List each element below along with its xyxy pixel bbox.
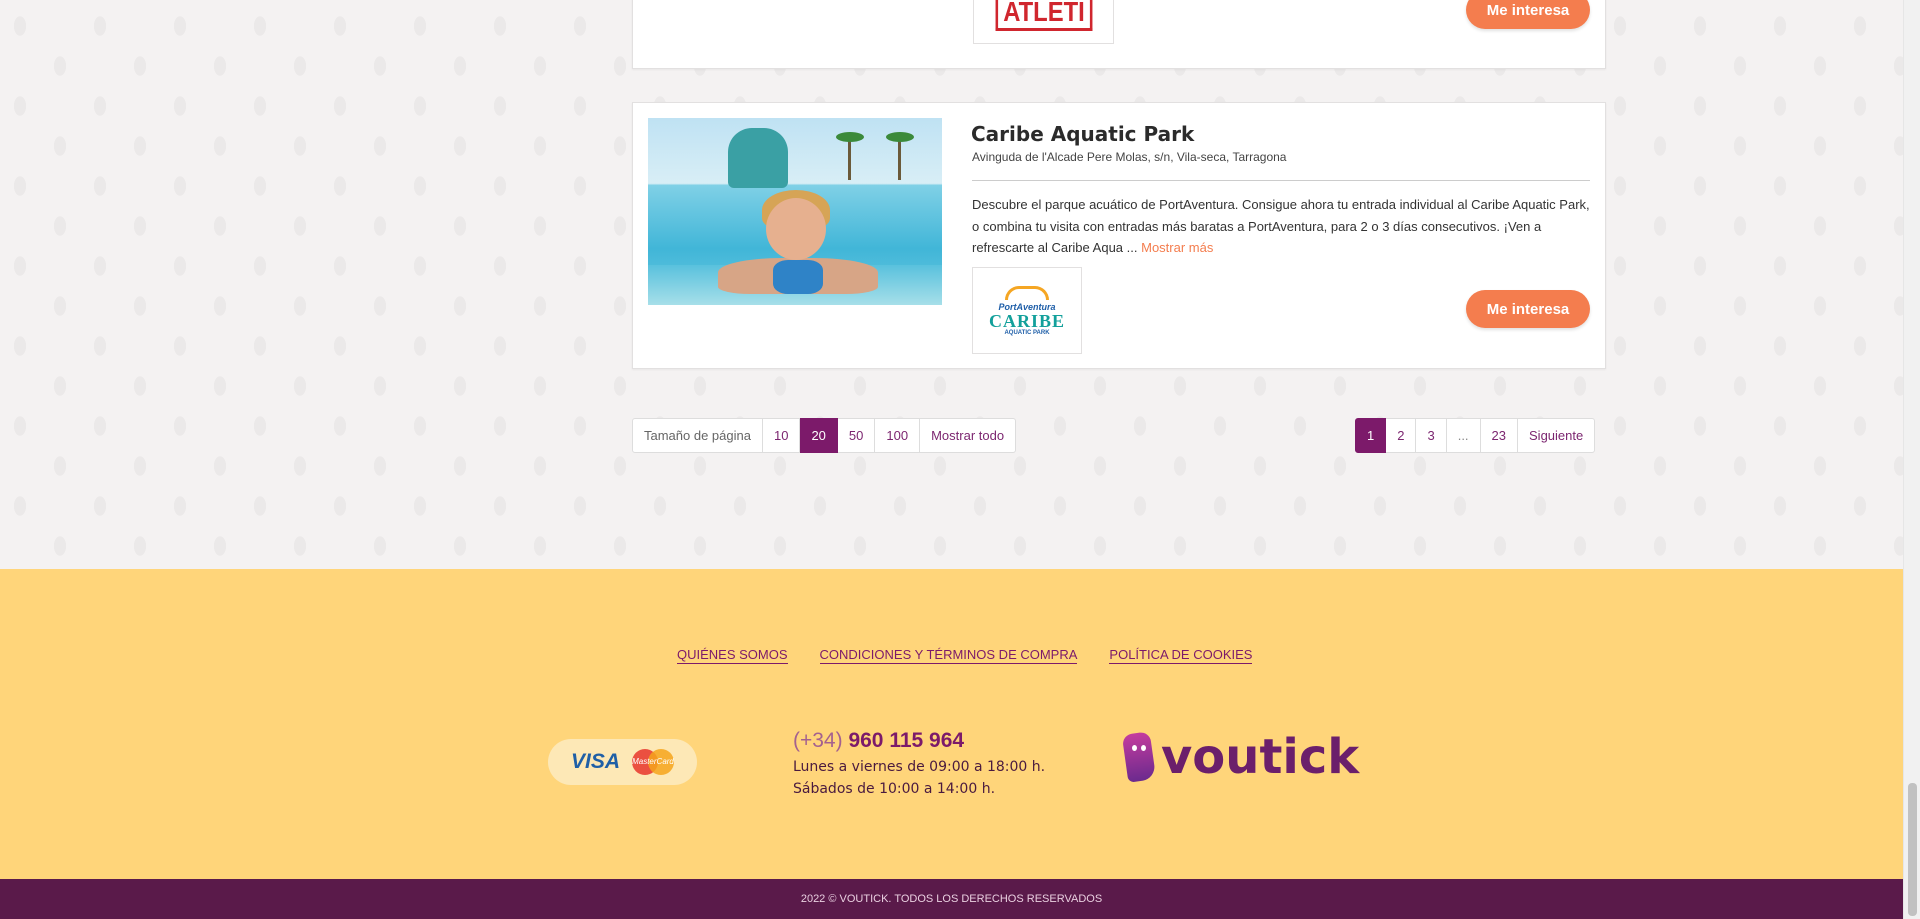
brand-name: voutick	[1161, 729, 1360, 785]
slide-figure	[728, 128, 788, 188]
hours-saturday: Sábados de 10:00 a 14:00 h.	[793, 781, 996, 797]
page-size-label: Tamaño de página	[632, 418, 763, 453]
show-more-link[interactable]: Mostrar más	[1141, 240, 1213, 255]
mascot-eye	[1141, 745, 1146, 751]
footer-link-cookies[interactable]: POLÍTICA DE COOKIES	[1109, 647, 1253, 664]
child-face	[766, 198, 826, 260]
phone-number: 960 115 964	[848, 729, 965, 752]
page-3[interactable]: 3	[1416, 418, 1447, 453]
palm-tree	[848, 136, 851, 180]
atleti-logo-text: ATLETI	[995, 0, 1092, 31]
footer-link-terms[interactable]: CONDICIONES Y TÉRMINOS DE COMPRA	[819, 647, 1078, 664]
page-size-selector: Tamaño de página 10 20 50 100 Mostrar to…	[632, 418, 1017, 453]
description-text: Descubre el parque acuático de PortAvent…	[972, 197, 1590, 255]
page-scrollbar[interactable]	[1903, 0, 1920, 919]
copyright-bar: 2022 © VOUTICK. TODOS LOS DERECHOS RESER…	[0, 879, 1903, 919]
footer-link-about[interactable]: QUIÉNES SOMOS	[677, 647, 788, 664]
palm-frond	[886, 132, 914, 142]
caribe-logo-sub: AQUATIC PARK	[1004, 329, 1050, 336]
listing-photo[interactable]	[648, 118, 942, 305]
me-interesa-button[interactable]: Me interesa	[1466, 0, 1590, 29]
caribe-logo[interactable]: PortAventura CARIBE AQUATIC PARK	[972, 267, 1082, 354]
page-2[interactable]: 2	[1386, 418, 1417, 453]
footer-links: QUIÉNES SOMOS CONDICIONES Y TÉRMINOS DE …	[677, 647, 1253, 664]
phone-prefix: (+34)	[793, 729, 843, 752]
page-23[interactable]: 23	[1480, 418, 1519, 453]
swimsuit	[773, 260, 823, 294]
page-size-all[interactable]: Mostrar todo	[920, 418, 1017, 453]
page-ellipsis: ...	[1446, 418, 1481, 453]
page-size-10[interactable]: 10	[762, 418, 801, 453]
listing-description: Descubre el parque acuático de PortAvent…	[972, 194, 1592, 259]
listing-card-caribe: Caribe Aquatic Park Avinguda de l'Alcade…	[632, 102, 1606, 369]
next-page-button[interactable]: Siguiente	[1518, 418, 1596, 453]
sun-icon	[1005, 285, 1049, 300]
voutick-logo[interactable]: voutick	[1121, 727, 1360, 787]
listing-card-atleti: ATLETI Me interesa	[632, 0, 1606, 69]
scrollbar-thumb[interactable]	[1908, 783, 1917, 916]
listing-title[interactable]: Caribe Aquatic Park	[971, 122, 1194, 146]
palm-tree	[898, 136, 901, 180]
atleti-logo[interactable]: ATLETI	[973, 0, 1114, 44]
mascot-icon	[1121, 727, 1157, 787]
page-1[interactable]: 1	[1355, 418, 1387, 453]
copyright-text: 2022 © VOUTICK. TODOS LOS DERECHOS RESER…	[800, 893, 1103, 905]
footer: QUIÉNES SOMOS CONDICIONES Y TÉRMINOS DE …	[0, 569, 1903, 879]
caribe-logo-brand: PortAventura	[998, 301, 1056, 312]
visa-icon: VISA	[570, 750, 620, 773]
mastercard-icon: MasterCard	[632, 749, 674, 775]
mastercard-text: MasterCard	[632, 757, 674, 766]
caribe-logo-word: CARIBE	[988, 310, 1065, 331]
mascot-body	[1121, 731, 1157, 783]
opening-hours: Lunes a viernes de 09:00 a 18:00 h. Sába…	[793, 756, 1045, 800]
page-size-100[interactable]: 100	[875, 418, 921, 453]
mascot-eye	[1132, 745, 1137, 751]
me-interesa-button[interactable]: Me interesa	[1466, 290, 1590, 328]
palm-frond	[836, 132, 864, 142]
hours-weekdays: Lunes a viernes de 09:00 a 18:00 h.	[793, 759, 1046, 775]
payment-methods: VISA MasterCard	[548, 739, 697, 785]
page-size-20[interactable]: 20	[800, 418, 838, 453]
divider	[972, 180, 1590, 181]
listing-address: Avinguda de l'Alcade Pere Molas, s/n, Vi…	[972, 150, 1287, 164]
pagination: 1 2 3 ... 23 Siguiente	[1355, 418, 1596, 453]
page-size-50[interactable]: 50	[837, 418, 876, 453]
contact-phone[interactable]: (+34) 960 115 964	[793, 729, 964, 753]
